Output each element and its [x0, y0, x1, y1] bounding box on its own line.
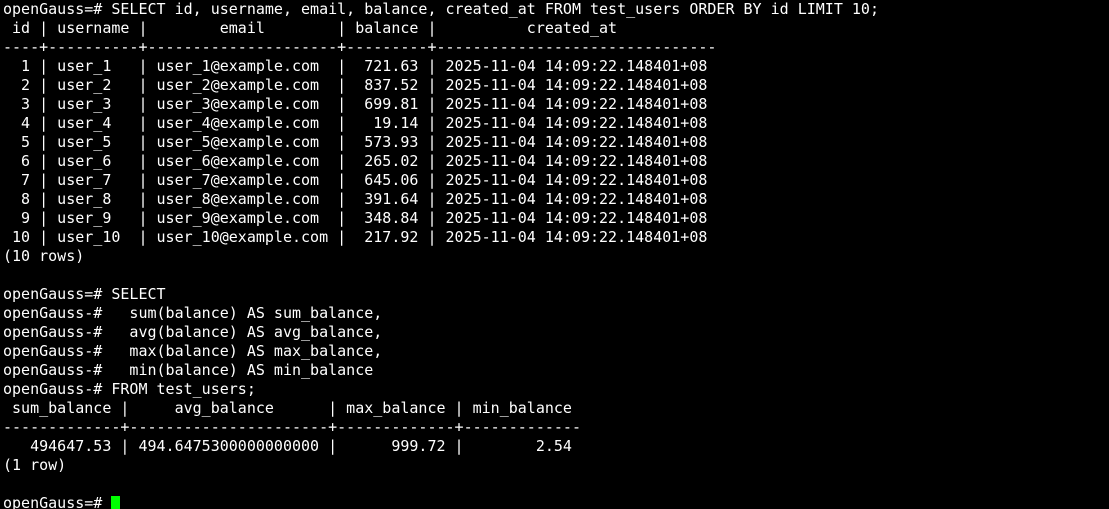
command-input-line[interactable]: openGauss=#	[3, 494, 1107, 509]
table-row: 1 | user_1 | user_1@example.com | 721.63…	[3, 57, 708, 75]
terminal-line: openGauss=# SELECT id, username, email, …	[3, 0, 879, 18]
row-count: (10 rows)	[3, 247, 85, 265]
terminal-window[interactable]: openGauss=# SELECT id, username, email, …	[3, 0, 1107, 509]
table-row: 7 | user_7 | user_7@example.com | 645.06…	[3, 171, 708, 189]
terminal-line: openGauss-# FROM test_users;	[3, 380, 256, 398]
terminal-line: openGauss-# avg(balance) AS avg_balance,	[3, 323, 383, 341]
terminal-line: openGauss=# SELECT	[3, 285, 166, 303]
prompt-label: openGauss=#	[3, 494, 112, 509]
table-row: 8 | user_8 | user_8@example.com | 391.64…	[3, 190, 708, 208]
terminal-line: openGauss-# max(balance) AS max_balance,	[3, 342, 383, 360]
terminal-line: openGauss-# min(balance) AS min_balance	[3, 361, 374, 379]
table-row: 5 | user_5 | user_5@example.com | 573.93…	[3, 133, 708, 151]
table-separator: -------------+----------------------+---…	[3, 418, 581, 436]
table-row: 494647.53 | 494.6475300000000000 | 999.7…	[3, 437, 572, 455]
table-separator: ----+----------+---------------------+--…	[3, 38, 717, 56]
table-row: 9 | user_9 | user_9@example.com | 348.84…	[3, 209, 708, 227]
table-header-row: sum_balance | avg_balance | max_balance …	[3, 399, 572, 417]
table-row: 2 | user_2 | user_2@example.com | 837.52…	[3, 76, 708, 94]
table-row: 3 | user_3 | user_3@example.com | 699.81…	[3, 95, 708, 113]
row-count: (1 row)	[3, 456, 67, 474]
terminal-line: openGauss-# sum(balance) AS sum_balance,	[3, 304, 383, 322]
table-row: 6 | user_6 | user_6@example.com | 265.02…	[3, 152, 708, 170]
table-header-row: id | username | email | balance | create…	[3, 19, 618, 37]
text-cursor	[111, 495, 121, 509]
table-row: 10 | user_10 | user_10@example.com | 217…	[3, 228, 708, 246]
table-row: 4 | user_4 | user_4@example.com | 19.14 …	[3, 114, 708, 132]
